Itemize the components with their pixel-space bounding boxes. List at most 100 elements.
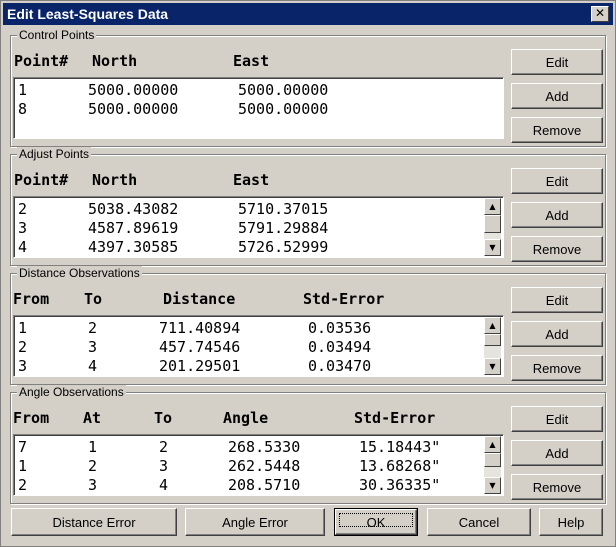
angle-add-button[interactable]: Add — [511, 440, 603, 466]
cell-to: 4 — [88, 357, 98, 375]
scroll-thumb[interactable] — [484, 453, 501, 467]
distance-error-button[interactable]: Distance Error — [11, 508, 177, 536]
cell-std-error: 30.36335" — [359, 476, 441, 494]
distance-remove-button[interactable]: Remove — [511, 355, 603, 381]
cell-east: 5726.52999 — [238, 238, 329, 256]
help-button[interactable]: Help — [539, 508, 603, 536]
cell-north: 4587.89619 — [88, 219, 179, 237]
list-item[interactable]: 2 3 4 208.5710 30.36335" — [14, 475, 503, 494]
angle-error-button[interactable]: Angle Error — [185, 508, 325, 536]
list-item[interactable]: 4 4397.30585 5726.52999 — [14, 237, 503, 256]
adjust-points-group: Adjust Points Point# North East 2 5038.4… — [10, 147, 606, 266]
angle-observations-scrollbar[interactable]: ▲ ▼ — [484, 436, 501, 494]
cell-angle: 268.5330 — [228, 438, 301, 456]
list-item[interactable]: 1 2 711.40894 0.03536 — [14, 318, 503, 337]
control-edit-button[interactable]: Edit — [511, 49, 603, 75]
adjust-points-list[interactable]: 2 5038.43082 5710.37015 3 4587.89619 579… — [13, 196, 504, 258]
angle-observations-label: Angle Observations — [17, 385, 126, 399]
dialog-window: Edit Least-Squares Data ✕ Control Points… — [0, 0, 616, 547]
adjust-add-button[interactable]: Add — [511, 202, 603, 228]
cell-std-error: 0.03494 — [308, 338, 372, 356]
cell-to: 4 — [159, 476, 169, 494]
cell-north: 5000.00000 — [88, 81, 179, 99]
cell-distance: 201.29501 — [159, 357, 241, 375]
header-north: North — [92, 171, 138, 189]
cell-std-error: 15.18443" — [359, 438, 441, 456]
header-std-error: Std-Error — [303, 290, 385, 308]
close-icon[interactable]: ✕ — [591, 6, 609, 22]
cell-from: 1 — [18, 319, 28, 337]
header-distance: Distance — [163, 290, 236, 308]
cell-to: 2 — [159, 438, 169, 456]
cell-std-error: 13.68268" — [359, 457, 441, 475]
header-point: Point# — [14, 52, 69, 70]
cell-from: 2 — [18, 476, 28, 494]
cell-from: 1 — [18, 457, 28, 475]
header-from: From — [13, 290, 50, 308]
cell-std-error: 0.03470 — [308, 357, 372, 375]
scroll-thumb[interactable] — [484, 334, 501, 346]
adjust-remove-button[interactable]: Remove — [511, 236, 603, 262]
cell-std-error: 0.03536 — [308, 319, 372, 337]
distance-observations-group: Distance Observations From To Distance S… — [10, 266, 606, 385]
cell-from: 2 — [18, 338, 28, 356]
scroll-down-icon[interactable]: ▼ — [484, 239, 501, 256]
list-item[interactable]: 2 5038.43082 5710.37015 — [14, 199, 503, 218]
header-std-error: Std-Error — [354, 409, 436, 427]
cell-to: 3 — [159, 457, 169, 475]
scroll-up-icon[interactable]: ▲ — [484, 198, 501, 215]
control-remove-button[interactable]: Remove — [511, 117, 603, 143]
cell-point: 8 — [18, 100, 28, 118]
title-bar[interactable]: Edit Least-Squares Data ✕ — [3, 3, 613, 25]
window-title: Edit Least-Squares Data — [7, 6, 169, 22]
list-item[interactable]: 1 5000.00000 5000.00000 — [14, 80, 503, 99]
cell-north: 5038.43082 — [88, 200, 179, 218]
list-item[interactable]: 1 2 3 262.5448 13.68268" — [14, 456, 503, 475]
scroll-down-icon[interactable]: ▼ — [484, 477, 501, 494]
control-points-list[interactable]: 1 5000.00000 5000.00000 8 5000.00000 500… — [13, 77, 504, 139]
list-item[interactable]: 7 1 2 268.5330 15.18443" — [14, 437, 503, 456]
cell-point: 2 — [18, 200, 28, 218]
adjust-points-scrollbar[interactable]: ▲ ▼ — [484, 198, 501, 256]
cell-from: 7 — [18, 438, 28, 456]
list-item[interactable]: 3 4587.89619 5791.29884 — [14, 218, 503, 237]
list-item[interactable]: 2 3 457.74546 0.03494 — [14, 337, 503, 356]
header-at: At — [83, 409, 102, 427]
cell-angle: 262.5448 — [228, 457, 301, 475]
distance-add-button[interactable]: Add — [511, 321, 603, 347]
scroll-down-icon[interactable]: ▼ — [484, 358, 501, 375]
scroll-up-icon[interactable]: ▲ — [484, 317, 501, 334]
list-item[interactable]: 3 4 201.29501 0.03470 — [14, 356, 503, 375]
cell-at: 3 — [88, 476, 98, 494]
angle-observations-group: Angle Observations From At To Angle Std-… — [10, 385, 606, 504]
cell-at: 2 — [88, 457, 98, 475]
cell-point: 4 — [18, 238, 28, 256]
ok-button[interactable]: OK — [334, 508, 418, 536]
cancel-button[interactable]: Cancel — [427, 508, 531, 536]
control-add-button[interactable]: Add — [511, 83, 603, 109]
cell-distance: 457.74546 — [159, 338, 241, 356]
cell-at: 1 — [88, 438, 98, 456]
cell-north: 4397.30585 — [88, 238, 179, 256]
adjust-edit-button[interactable]: Edit — [511, 168, 603, 194]
cell-to: 3 — [88, 338, 98, 356]
scroll-thumb[interactable] — [484, 215, 501, 233]
control-points-group: Control Points Point# North East 1 5000.… — [10, 28, 606, 147]
angle-edit-button[interactable]: Edit — [511, 406, 603, 432]
header-point: Point# — [14, 171, 69, 189]
scroll-up-icon[interactable]: ▲ — [484, 436, 501, 453]
angle-remove-button[interactable]: Remove — [511, 474, 603, 500]
list-item[interactable]: 8 5000.00000 5000.00000 — [14, 99, 503, 118]
cell-angle: 208.5710 — [228, 476, 301, 494]
distance-edit-button[interactable]: Edit — [511, 287, 603, 313]
cell-east: 5791.29884 — [238, 219, 329, 237]
cell-from: 3 — [18, 357, 28, 375]
distance-observations-scrollbar[interactable]: ▲ ▼ — [484, 317, 501, 375]
header-north: North — [92, 52, 138, 70]
header-east: East — [233, 171, 270, 189]
cell-to: 2 — [88, 319, 98, 337]
cell-north: 5000.00000 — [88, 100, 179, 118]
distance-observations-list[interactable]: 1 2 711.40894 0.03536 2 3 457.74546 0.03… — [13, 315, 504, 377]
header-to: To — [84, 290, 103, 308]
angle-observations-list[interactable]: 7 1 2 268.5330 15.18443" 1 2 3 262.5448 … — [13, 434, 504, 496]
